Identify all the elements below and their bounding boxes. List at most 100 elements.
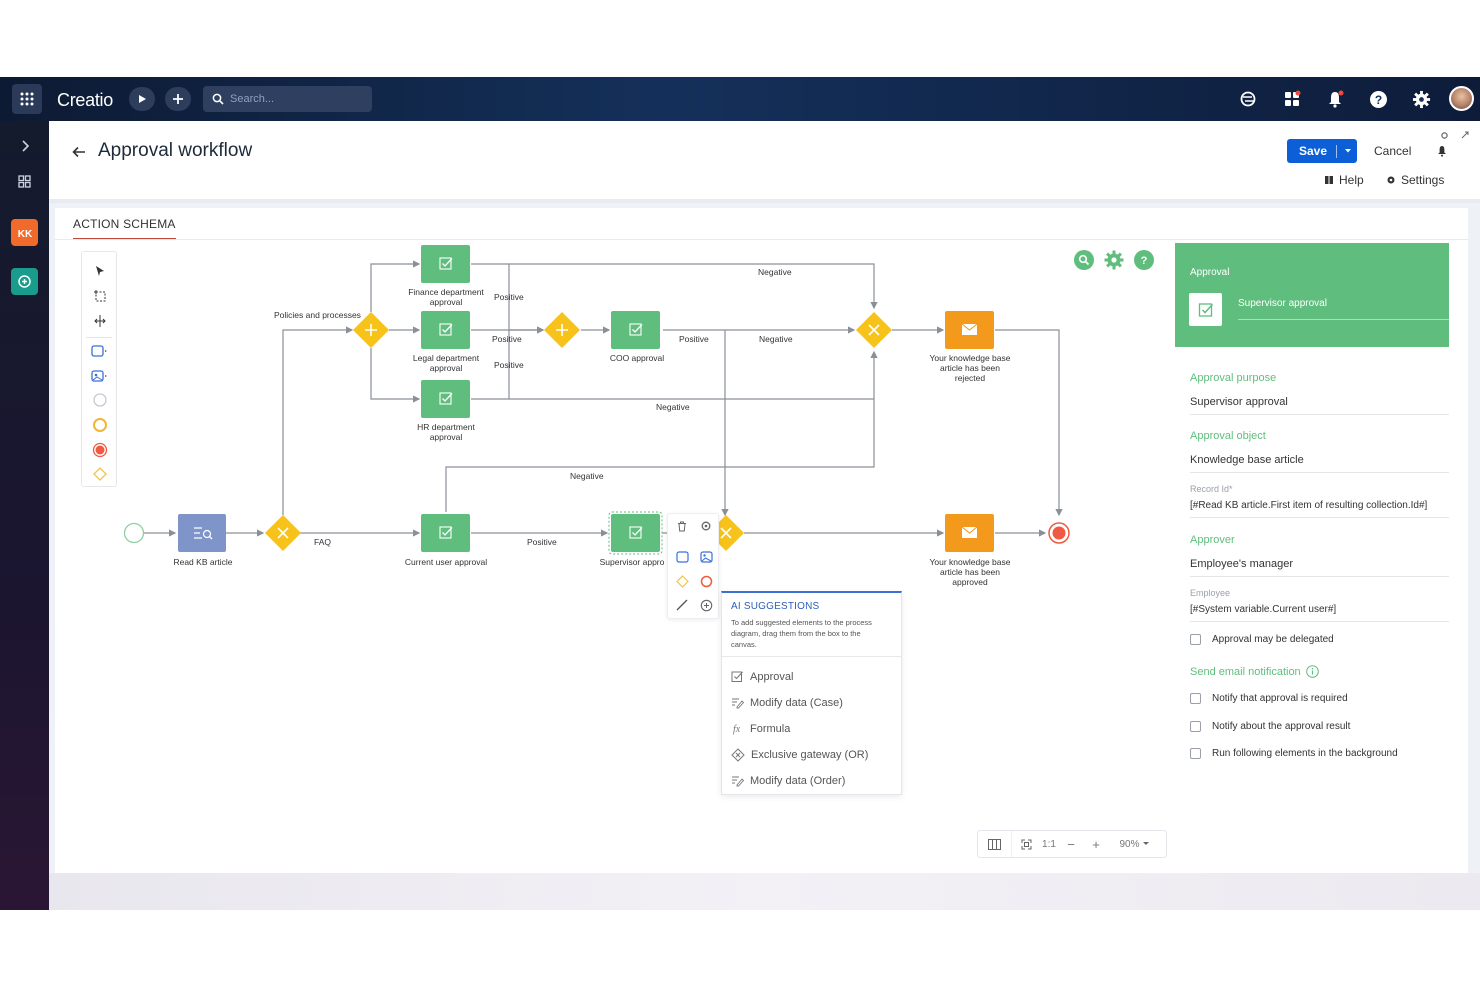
help-link[interactable]: Help [1324,173,1364,187]
suggestion-approval-label: Approval [750,670,794,683]
search-input[interactable]: Search... [203,86,372,112]
run-process-icon[interactable] [129,87,155,111]
top-bar: Creatio Search... ? [0,77,1480,121]
minimap-icon[interactable] [978,831,1012,857]
notifications-icon[interactable] [1323,87,1347,111]
append-end-event-icon[interactable] [697,572,715,590]
zoom-in-button[interactable]: + [1084,831,1108,857]
exclusive-gateway-icon [731,748,745,762]
employee-label: Employee [1190,588,1231,598]
gear-icon [1387,176,1395,184]
suggestion-modify-order[interactable]: Modify data (Order) [731,774,845,787]
approval-icon [731,671,743,682]
properties-panel: Approval Supervisor approval Approval pu… [1175,243,1449,843]
save-button[interactable]: Save [1287,139,1357,163]
brand-logo[interactable]: Creatio [57,89,113,111]
record-id-field[interactable]: [#Read KB article.First item of resultin… [1190,500,1449,518]
svg-text:fx: fx [733,724,741,735]
approval-object-field[interactable]: Knowledge base article [1190,454,1449,473]
element-toolbox [81,251,117,487]
canvas-search-icon[interactable] [1074,250,1094,270]
communication-panel-icon[interactable] [1236,87,1260,111]
notify-result-row[interactable]: Notify about the approval result [1190,721,1350,732]
area-select-icon[interactable] [90,286,110,306]
knowledge-app-icon[interactable]: KK [11,219,38,246]
ai-suggestions-desc-2: diagram, drag them from the box to the [731,629,861,638]
run-background-row[interactable]: Run following elements in the background [1190,748,1398,759]
task-shape-icon[interactable] [90,341,110,361]
approval-purpose-field[interactable]: Supervisor approval [1190,396,1449,415]
suggestion-approval[interactable]: Approval [731,670,793,683]
append-gateway-icon[interactable] [673,572,691,590]
end-event-icon[interactable] [90,440,110,460]
select-arrow-icon[interactable] [90,261,110,281]
cancel-button[interactable]: Cancel [1374,144,1411,158]
append-task-icon[interactable] [673,548,691,566]
zoom-level-value: 90% [1119,838,1140,850]
ai-suggestions-title: AI SUGGESTIONS [731,601,820,612]
apps-icon[interactable] [1280,87,1304,111]
user-avatar[interactable] [1449,86,1474,111]
help-label: Help [1339,173,1364,187]
settings-gear-icon[interactable] [1409,87,1433,111]
connect-flow-icon[interactable] [673,596,691,614]
ai-assistant-icon[interactable] [697,596,715,614]
approver-field[interactable]: Employee's manager [1190,558,1449,577]
info-icon[interactable] [1305,665,1319,678]
start-event-icon[interactable] [90,390,110,410]
intermediate-event-icon[interactable] [90,415,110,435]
page-title: Approval workflow [98,140,253,161]
help-icon[interactable]: ? [1366,87,1390,111]
chevron-down-icon[interactable] [1344,148,1352,154]
book-icon [1325,176,1333,184]
delegate-checkbox[interactable] [1190,634,1201,645]
left-sidebar: KK [0,121,49,910]
notify-result-checkbox[interactable] [1190,721,1201,732]
delete-icon[interactable] [673,517,691,535]
workplace-grid-icon[interactable] [11,168,38,195]
space-tool-icon[interactable] [90,311,110,331]
zoom-reset-button[interactable]: 1:1 [1040,831,1058,857]
ai-app-icon[interactable] [11,268,38,295]
append-subprocess-icon[interactable] [697,548,715,566]
subprocess-shape-icon[interactable] [90,366,110,386]
zoom-level-select[interactable]: 90% [1114,831,1154,857]
notify-required-label: Notify that approval is required [1212,693,1348,704]
suggestion-formula-label: Formula [750,722,791,735]
email-notification-label: Send email notification [1190,665,1319,678]
approval-element-icon [1189,293,1222,326]
notification-bell-icon[interactable] [1437,144,1447,162]
toolbox-divider [86,337,112,338]
ai-suggestions-desc-3: canvas. [731,640,757,649]
suggestion-exclusive-gateway[interactable]: Exclusive gateway (OR) [731,748,868,762]
fit-to-screen-icon[interactable] [1012,831,1040,857]
save-divider [1336,144,1338,158]
back-arrow-icon[interactable] [72,145,88,161]
approval-object-label: Approval object [1190,430,1266,442]
expand-icon[interactable] [1461,126,1469,144]
approver-label: Approver [1190,534,1235,546]
suggestion-modify-case[interactable]: Modify data (Case) [731,696,843,709]
app-grid-icon[interactable] [12,84,42,114]
expand-chevron-icon[interactable] [11,132,38,159]
element-settings-icon[interactable] [697,517,715,535]
notify-required-checkbox[interactable] [1190,693,1201,704]
ai-suggestions-panel: AI SUGGESTIONS To add suggested elements… [721,591,902,795]
properties-header: Approval Supervisor approval [1175,243,1449,347]
element-name-field[interactable]: Supervisor approval [1238,298,1449,320]
gateway-icon[interactable] [90,464,110,484]
canvas-settings-icon[interactable] [1104,250,1124,270]
corner-gear-icon[interactable] [1441,126,1448,144]
suggestion-modify-order-label: Modify data (Order) [750,774,846,787]
canvas-help-icon[interactable]: ? [1134,250,1154,270]
settings-link[interactable]: Settings [1386,173,1444,187]
notify-required-row[interactable]: Notify that approval is required [1190,693,1348,704]
zoom-out-button[interactable]: − [1058,831,1084,857]
modify-data-icon [732,698,744,709]
employee-field[interactable]: [#System variable.Current user#] [1190,604,1449,622]
add-icon[interactable] [165,87,191,111]
delegate-checkbox-row[interactable]: Approval may be delegated [1190,634,1334,645]
tab-action-schema[interactable]: ACTION SCHEMA [73,217,176,240]
run-background-checkbox[interactable] [1190,748,1201,759]
suggestion-formula[interactable]: fx Formula [731,722,791,736]
